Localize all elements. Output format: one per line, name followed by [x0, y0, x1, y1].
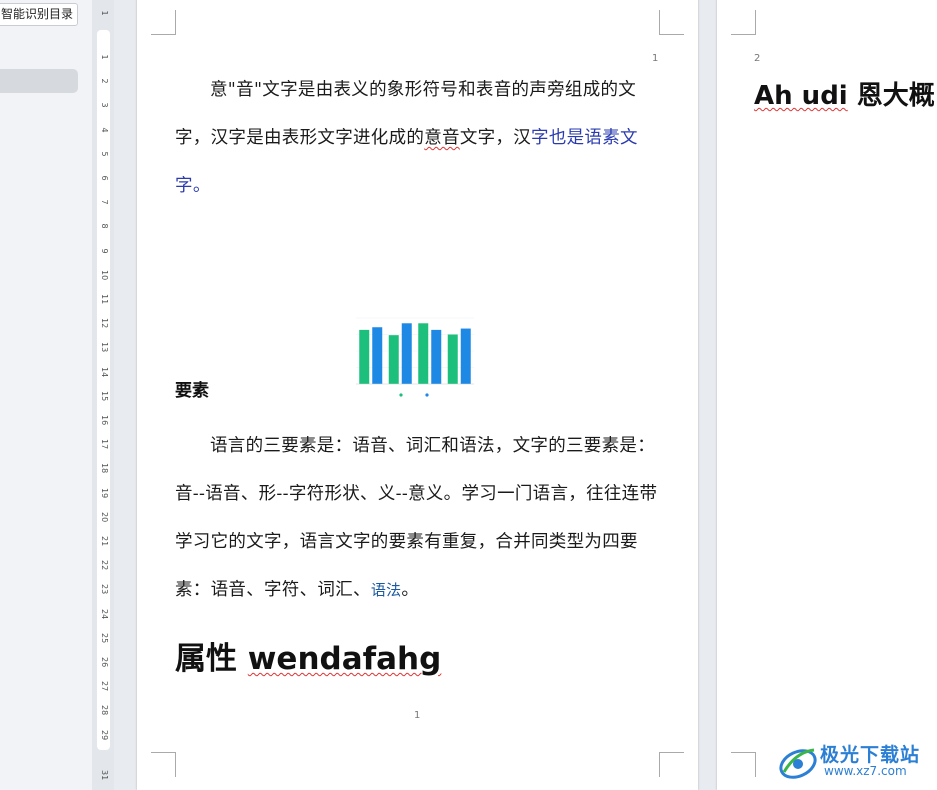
watermark-url: www.xz7.com: [824, 764, 907, 778]
embedded-bar-chart[interactable]: [350, 314, 484, 400]
ruler-number: 9: [100, 248, 109, 254]
margin-corner: [659, 752, 684, 777]
ruler-number: 26: [100, 657, 109, 668]
ruler-number: 29: [100, 729, 109, 740]
ruler-number: 22: [100, 560, 109, 571]
navigation-pane: 智能识别目录: [0, 0, 92, 790]
header-page-number: 1: [652, 53, 659, 64]
chart-legend-marker: [425, 393, 429, 397]
ruler-number: 1: [100, 10, 109, 16]
ruler-number: 25: [100, 632, 109, 643]
chart-bar: [401, 323, 412, 384]
chart-bar: [359, 329, 370, 384]
margin-corner: [731, 10, 756, 35]
paragraph-2[interactable]: 语言的三要素是：语音、词汇和语法，文字的三要素是：音--语音、形--字符形状、义…: [175, 422, 661, 614]
ruler-number: 13: [100, 342, 109, 353]
watermark-name: 极光下载站: [820, 744, 921, 766]
ruler-number: 2: [100, 78, 109, 84]
ruler-number: 16: [100, 415, 109, 426]
ruler-number: 24: [100, 608, 109, 619]
ruler-number: 3: [100, 102, 109, 108]
inline-link[interactable]: 语法: [371, 581, 402, 599]
ruler-number: 10: [100, 269, 109, 280]
ruler-number: 1: [100, 54, 109, 60]
ruler-number: 31: [100, 770, 109, 781]
footer-page-number: 1: [414, 710, 421, 721]
ruler-number: 8: [100, 223, 109, 229]
chart-bar: [372, 327, 383, 384]
heading-zh: 属性: [175, 641, 248, 677]
margin-corner: [731, 752, 756, 777]
ruler-number: 7: [100, 199, 109, 205]
header-page-number: 2: [754, 53, 761, 64]
paragraph-1[interactable]: 意"音"文字是由表义的象形符号和表音的声旁组成的文字，汉字是由表形文字进化成的意…: [175, 66, 661, 210]
paragraph-1-text: 文字，汉: [459, 128, 532, 148]
chart-legend-marker: [399, 393, 403, 397]
ruler-number: 4: [100, 127, 109, 133]
ruler-number: 15: [100, 390, 109, 401]
chart-bar: [431, 329, 442, 384]
margin-corner: [151, 10, 176, 35]
chart-bar: [418, 323, 429, 384]
document-page-2[interactable]: 2 Ah udi 恩大概: [717, 0, 937, 790]
aurora-logo-icon: [779, 748, 817, 779]
ruler-number: 27: [100, 681, 109, 692]
ruler-number: 17: [100, 439, 109, 450]
page-2-heading[interactable]: Ah udi 恩大概: [754, 75, 935, 112]
heading-attribute[interactable]: 属性 wendafahg: [175, 633, 441, 678]
heading-underlined[interactable]: Ah udi: [754, 81, 848, 111]
section-heading[interactable]: 要素: [175, 376, 209, 401]
nav-selected-item[interactable]: [0, 69, 78, 93]
vertical-ruler[interactable]: 1 1 2 3 4 5 6 7 8 9 10 11 12 13 14 15 16 17 18 19 20 21 22 23 24…: [92, 0, 114, 790]
ruler-number: 19: [100, 487, 109, 498]
ruler-number: 18: [100, 463, 109, 474]
ruler-ticks: 1 1 2 3 4 5 6 7 8 9 10 11 12 13 14 15 16 17 18 19 20 21 22 23 24…: [92, 0, 114, 790]
margin-corner: [659, 10, 684, 35]
paragraph-2-text: 语言的三要素是：语音、词汇和语法，文字的三要素是：音--语音、形--字符形状、义…: [175, 436, 658, 600]
ruler-number: 21: [100, 536, 109, 547]
ruler-number: 23: [100, 584, 109, 595]
smart-toc-button[interactable]: 智能识别目录: [0, 3, 79, 26]
watermark-logo: 极光下载站 www.xz7.com: [776, 740, 936, 786]
document-page-1[interactable]: 1 意"音"文字是由表义的象形符号和表音的声旁组成的文字，汉字是由表形文字进化成…: [137, 0, 698, 790]
paragraph-2-end: 。: [401, 580, 420, 600]
margin-corner: [151, 752, 176, 777]
ruler-number: 28: [100, 705, 109, 716]
chart-bar: [460, 328, 471, 384]
ruler-number: 12: [100, 318, 109, 329]
ruler-number: 14: [100, 366, 109, 377]
ruler-number: 20: [100, 511, 109, 522]
chart-bar: [447, 334, 458, 384]
spellcheck-underlined-text[interactable]: 意音: [424, 128, 460, 148]
chart-bar: [388, 335, 399, 384]
paragraph-1-end: 。: [192, 176, 211, 196]
heading-rest: 恩大概: [847, 81, 935, 111]
ruler-number: 11: [100, 294, 109, 305]
heading-en-underlined[interactable]: wendafahg: [248, 641, 442, 677]
ruler-number: 6: [100, 175, 109, 181]
ruler-number: 5: [100, 151, 109, 157]
